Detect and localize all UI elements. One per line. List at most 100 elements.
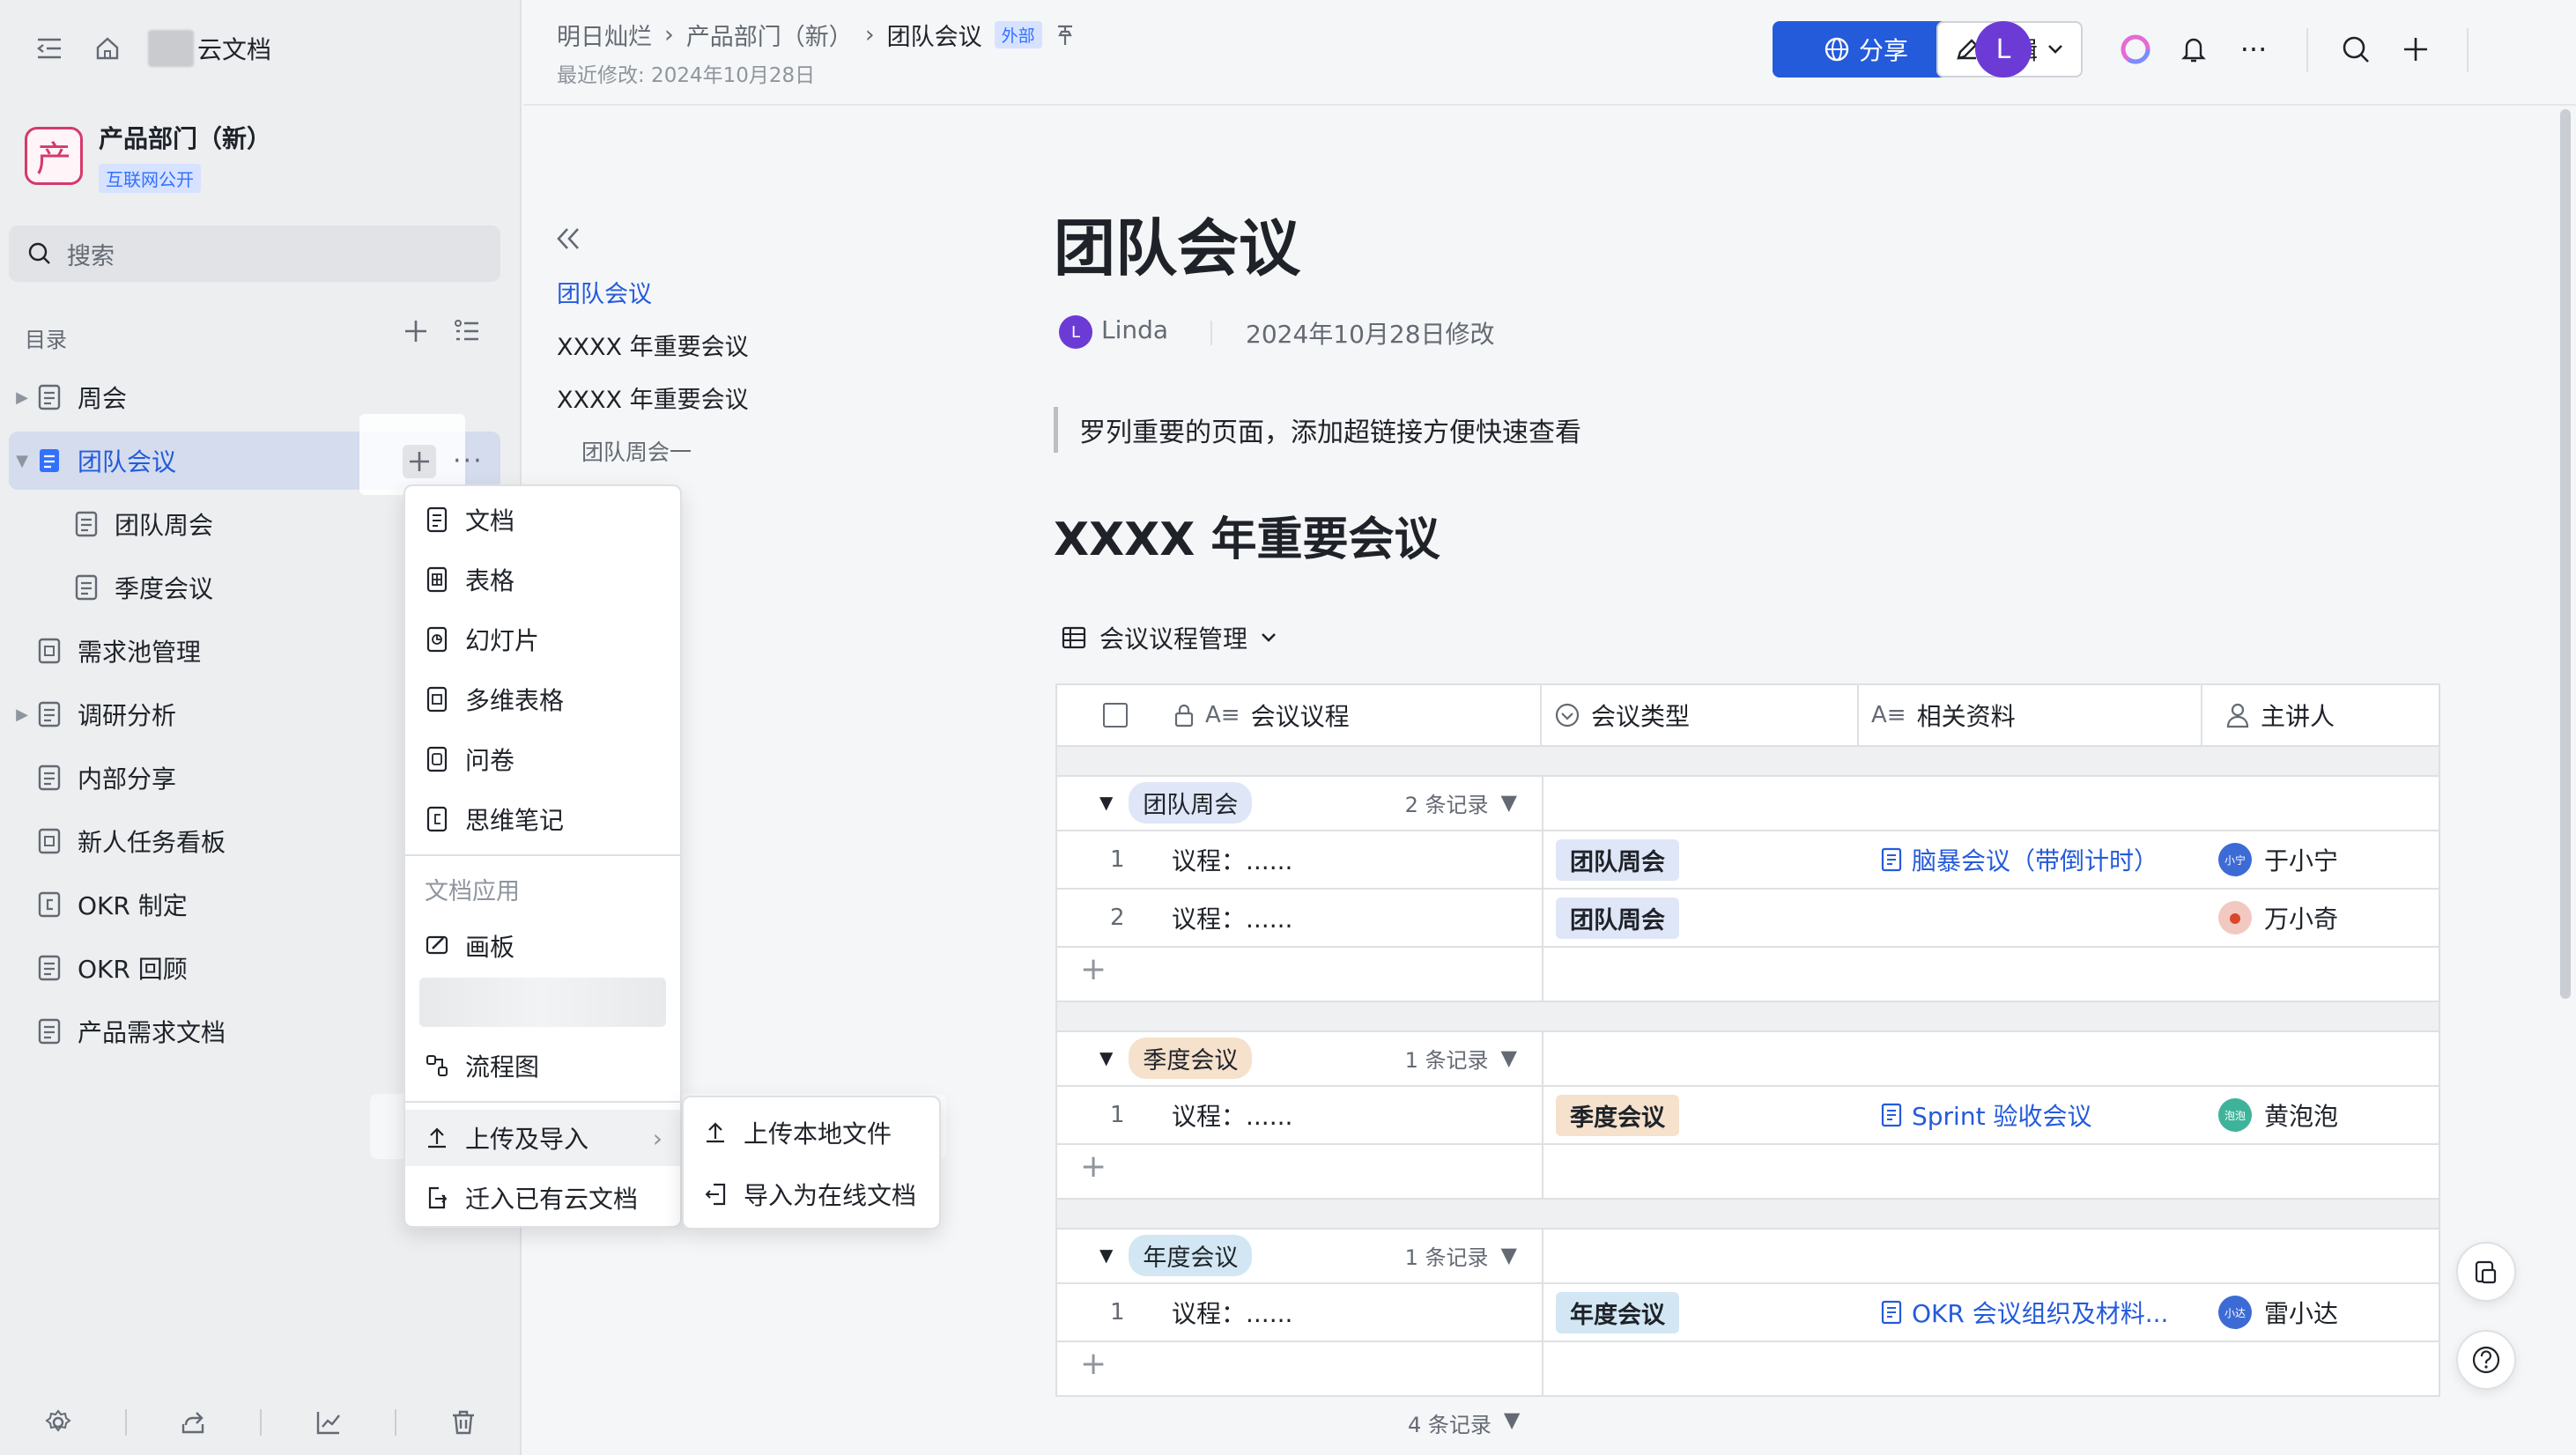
select-all-checkbox[interactable] bbox=[1103, 703, 1128, 728]
doc-title[interactable]: 团队会议 bbox=[1054, 199, 1300, 288]
menu-item-whiteboard[interactable]: 画板 bbox=[405, 918, 680, 974]
bitable-icon bbox=[38, 828, 61, 854]
search-box[interactable]: 搜索 bbox=[9, 225, 500, 282]
doc-icon bbox=[75, 511, 98, 537]
type-tag: 团队周会 bbox=[1556, 897, 1679, 939]
lock-icon bbox=[1173, 703, 1195, 728]
sidebar-item-label: 产品需求文档 bbox=[78, 1018, 226, 1047]
outline-subitem[interactable]: 团队周会一 bbox=[581, 435, 692, 467]
agenda-cell[interactable]: 议程：...... bbox=[1172, 1087, 1292, 1143]
outline-item[interactable]: XXXX 年重要会议 bbox=[557, 380, 749, 415]
speaker-cell[interactable]: 小达 雷小达 bbox=[2218, 1284, 2338, 1341]
add-record-icon[interactable]: + bbox=[1080, 1346, 1107, 1382]
speaker-cell[interactable]: 小宁 于小宁 bbox=[2218, 831, 2338, 888]
menu-item-mindnote[interactable]: 思维笔记 bbox=[405, 791, 680, 847]
menu-item-flowchart[interactable]: 流程图 bbox=[405, 1038, 680, 1094]
more-icon[interactable]: ··· bbox=[453, 446, 484, 476]
group-header[interactable]: ▼ 团队周会 2 条记录 ▼ bbox=[1057, 775, 1542, 830]
doc-helper-button[interactable] bbox=[2456, 1242, 2516, 1302]
type-cell[interactable]: 团队周会 bbox=[1556, 831, 1679, 888]
breadcrumb-item[interactable]: 明日灿烂 bbox=[557, 18, 652, 52]
section-heading[interactable]: XXXX 年重要会议 bbox=[1054, 502, 1440, 568]
collapse-outline-icon[interactable] bbox=[553, 224, 583, 254]
group-collapse-icon[interactable]: ▼ bbox=[1099, 1047, 1113, 1068]
group-count[interactable]: 1 条记录 ▼ bbox=[1405, 1240, 1517, 1271]
plus-icon[interactable] bbox=[2398, 32, 2433, 67]
text-field-icon: A≡ bbox=[1871, 702, 1906, 728]
group-collapse-icon[interactable]: ▼ bbox=[1099, 1245, 1113, 1266]
menu-item-survey[interactable]: 问卷 bbox=[405, 731, 680, 787]
agenda-cell[interactable]: 议程：...... bbox=[1172, 1284, 1292, 1341]
add-record-icon[interactable]: + bbox=[1080, 1148, 1107, 1185]
menu-item-sheet[interactable]: 表格 bbox=[405, 551, 680, 608]
pin-icon[interactable] bbox=[1055, 24, 1076, 47]
doc-link-cell[interactable]: Sprint 验收会议 bbox=[1880, 1087, 2091, 1143]
type-cell[interactable]: 年度会议 bbox=[1556, 1284, 1679, 1341]
group-collapse-icon[interactable]: ▼ bbox=[1099, 792, 1113, 813]
table-icon bbox=[1061, 624, 1087, 651]
chevron-right-icon: › bbox=[664, 21, 674, 48]
type-cell[interactable]: 季度会议 bbox=[1556, 1087, 1679, 1143]
slides-icon bbox=[426, 626, 448, 653]
group-header[interactable]: ▼ 季度会议 1 条记录 ▼ bbox=[1057, 1030, 1542, 1085]
outline-item[interactable]: XXXX 年重要会议 bbox=[557, 328, 749, 362]
bell-icon[interactable] bbox=[2176, 32, 2211, 67]
toc-actions bbox=[402, 317, 481, 345]
menu-item-migrate[interactable]: 迁入已有云文档 bbox=[405, 1170, 680, 1226]
collapse-caret-icon[interactable]: ▼ bbox=[9, 452, 35, 470]
outline-item-title[interactable]: 团队会议 bbox=[557, 275, 652, 309]
add-record-icon[interactable]: + bbox=[1080, 951, 1107, 987]
column-header-type[interactable]: 会议类型 bbox=[1543, 685, 1859, 745]
trash-icon[interactable] bbox=[449, 1408, 477, 1437]
workspace-name[interactable]: 产品部门（新） bbox=[99, 120, 271, 155]
speaker-cell[interactable]: 泡泡 黄泡泡 bbox=[2218, 1087, 2338, 1143]
column-header-docs[interactable]: A≡ 相关资料 bbox=[1861, 685, 2202, 745]
expand-caret-icon[interactable]: ▶ bbox=[9, 705, 35, 724]
column-header-speaker[interactable]: 主讲人 bbox=[2204, 685, 2440, 745]
bitable-icon bbox=[426, 686, 448, 713]
author-avatar[interactable]: L bbox=[1059, 315, 1092, 349]
submenu-item-import-online[interactable]: 导入为在线文档 bbox=[684, 1166, 939, 1222]
group-count[interactable]: 1 条记录 ▼ bbox=[1405, 1043, 1517, 1074]
scrollbar[interactable] bbox=[2560, 109, 2571, 999]
help-button[interactable] bbox=[2456, 1330, 2516, 1390]
home-icon[interactable] bbox=[90, 31, 125, 66]
more-icon[interactable]: ··· bbox=[2236, 32, 2271, 67]
quote-block[interactable]: 罗列重要的页面，添加超链接方便快速查看 bbox=[1054, 407, 1581, 453]
breadcrumb-item[interactable]: 产品部门（新） bbox=[686, 18, 853, 52]
list-settings-icon[interactable] bbox=[453, 317, 481, 345]
menu-item-upload-import[interactable]: 上传及导入 › bbox=[405, 1110, 680, 1166]
add-child-icon[interactable] bbox=[402, 444, 437, 479]
agenda-cell[interactable]: 议程：...... bbox=[1172, 890, 1292, 946]
doc-modified: 2024年10月28日修改 bbox=[1246, 320, 1495, 349]
doc-link-cell[interactable]: 脑暴会议（带倒计时） bbox=[1880, 831, 2158, 888]
ai-assistant-icon[interactable] bbox=[2118, 32, 2153, 67]
breadcrumb-current[interactable]: 团队会议 bbox=[887, 18, 982, 52]
type-tag: 团队周会 bbox=[1556, 838, 1679, 881]
speaker-cell[interactable]: 万小奇 bbox=[2218, 890, 2338, 946]
total-records[interactable]: 4 条记录 ▼ bbox=[1408, 1407, 1520, 1438]
menu-item-slides[interactable]: 幻灯片 bbox=[405, 611, 680, 668]
group-header[interactable]: ▼ 年度会议 1 条记录 ▼ bbox=[1057, 1228, 1542, 1282]
share-out-icon[interactable] bbox=[179, 1408, 207, 1437]
search-icon[interactable] bbox=[2338, 32, 2373, 67]
author-name[interactable]: Linda bbox=[1101, 315, 1168, 344]
submenu-item-upload-local[interactable]: 上传本地文件 bbox=[684, 1104, 939, 1161]
menu-section-label: 文档应用 bbox=[425, 878, 520, 905]
menu-item-doc[interactable]: 文档 bbox=[405, 491, 680, 548]
settings-icon[interactable] bbox=[44, 1408, 72, 1437]
type-cell[interactable]: 团队周会 bbox=[1556, 890, 1679, 946]
user-avatar[interactable]: L bbox=[1975, 21, 2032, 78]
group-count[interactable]: 2 条记录 ▼ bbox=[1405, 787, 1517, 818]
column-header-agenda[interactable]: A≡ 会议议程 bbox=[1057, 685, 1542, 745]
doc-link-cell[interactable]: OKR 会议组织及材料... bbox=[1880, 1284, 2168, 1341]
agenda-cell[interactable]: 议程：...... bbox=[1172, 831, 1292, 888]
doc-icon bbox=[426, 506, 448, 533]
add-icon[interactable] bbox=[402, 317, 430, 345]
table-view-selector[interactable]: 会议议程管理 bbox=[1061, 620, 1277, 655]
expand-caret-icon[interactable]: ▶ bbox=[9, 388, 35, 407]
analytics-icon[interactable] bbox=[315, 1408, 343, 1437]
share-button[interactable]: 分享 bbox=[1773, 21, 1959, 78]
menu-item-bitable[interactable]: 多维表格 bbox=[405, 671, 680, 728]
collapse-sidebar-icon[interactable] bbox=[32, 31, 67, 66]
